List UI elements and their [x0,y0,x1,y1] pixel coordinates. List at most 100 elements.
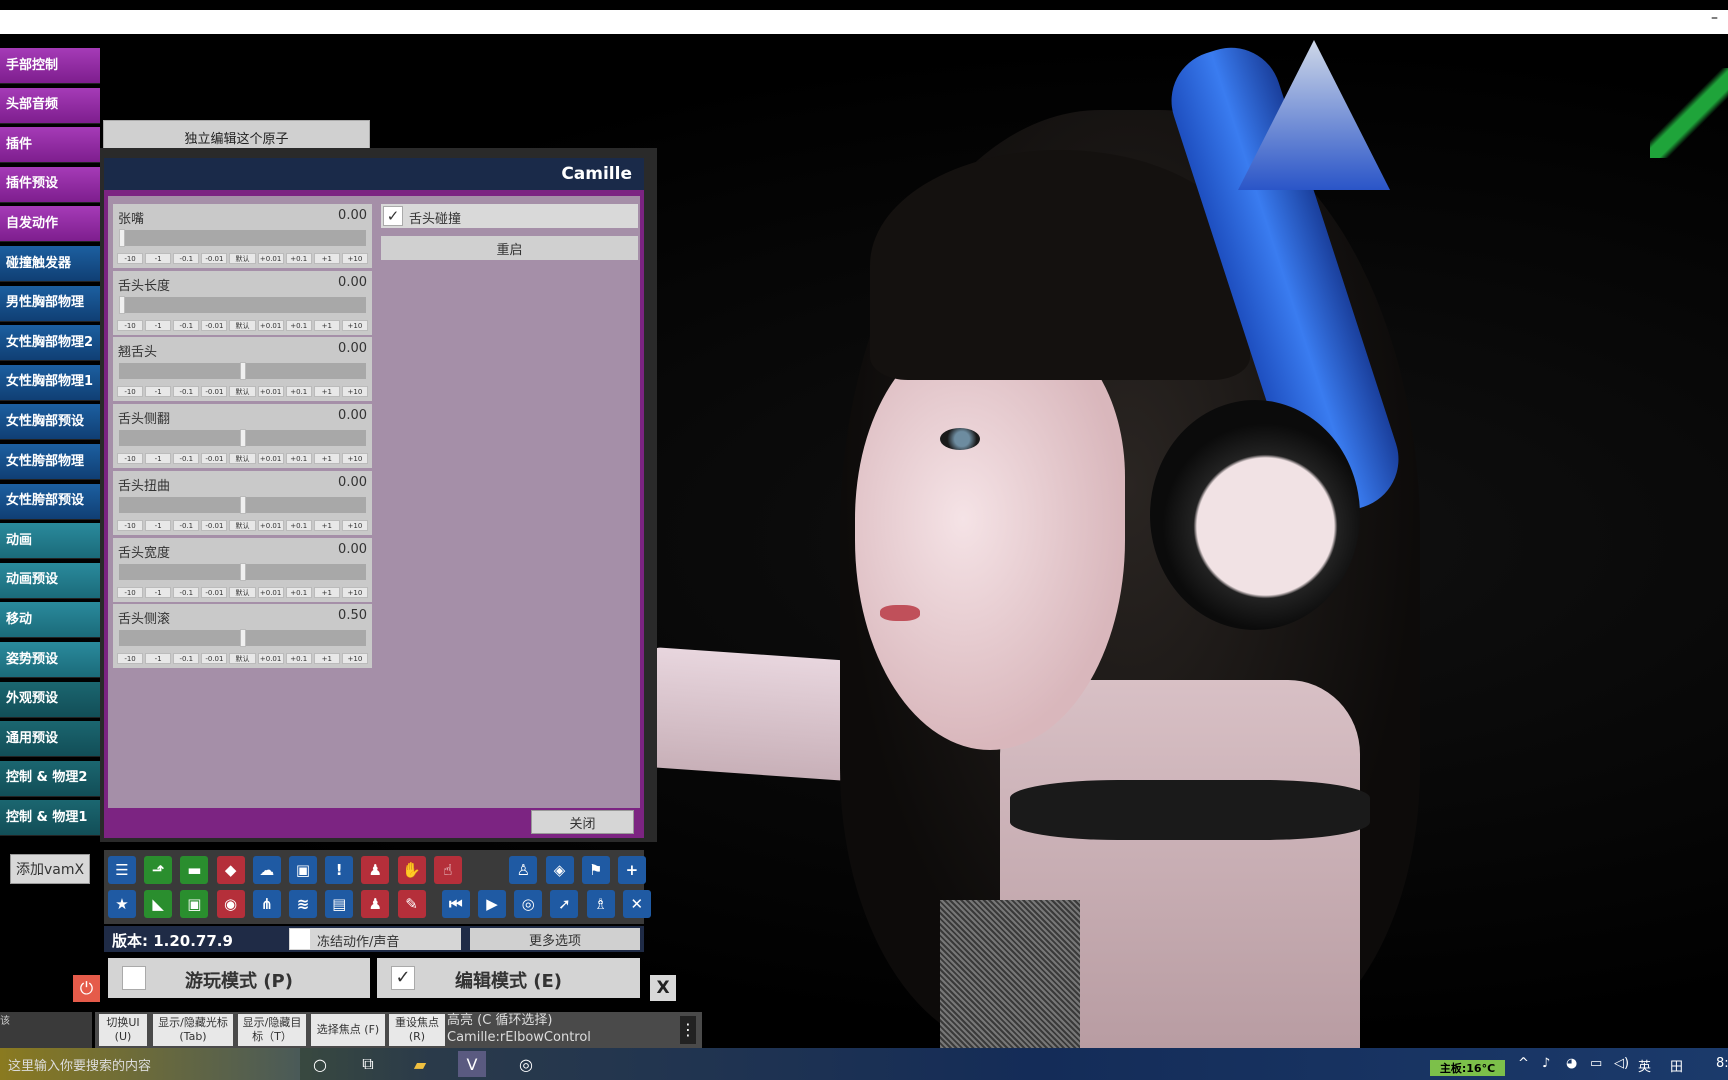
step-button[interactable]: +0.01 [257,253,284,264]
step-button[interactable]: -0.01 [201,319,228,331]
checkbox[interactable] [290,929,310,949]
wrench-icon[interactable]: ✕ [622,890,651,918]
skip-back-icon[interactable]: ⏮ [441,890,470,918]
plus-icon[interactable]: + [617,856,646,884]
sidebar-item[interactable]: 插件预设 [0,166,100,203]
sidebar-item[interactable]: 女性胯部物理 [0,444,100,480]
tool-hand-icon[interactable]: ✎ [397,890,426,918]
layers-icon[interactable]: ≋ [289,890,317,918]
clock[interactable]: 8: [1716,1056,1728,1071]
slider-handle[interactable] [239,629,246,648]
step-button[interactable]: +0.1 [285,386,312,398]
microphone-icon[interactable]: ♪ [1542,1056,1550,1071]
remove-person-icon[interactable]: ♟ [361,890,390,918]
step-button[interactable]: 默认 [229,453,256,465]
hand-icon[interactable]: ✋ [397,856,426,884]
cursor-icon[interactable]: ➚ [550,890,579,918]
network-icon[interactable]: ▭ [1590,1056,1602,1071]
camera-icon[interactable]: ◉ [216,890,245,918]
step-button[interactable]: -0.1 [173,453,200,465]
step-button[interactable]: +10 [341,586,368,598]
step-button[interactable]: +0.01 [257,386,284,398]
step-button[interactable]: 默认 [229,653,256,665]
sidebar-item[interactable]: 男性胸部物理 [0,285,100,322]
sidebar-item[interactable]: 头部音频 [0,87,100,124]
step-button[interactable]: -10 [117,653,144,665]
more-options-button[interactable]: 更多选项 [470,928,640,950]
step-button[interactable]: +0.1 [285,519,312,531]
input-language[interactable]: 英 [1638,1056,1651,1075]
slider-handle[interactable] [239,362,246,381]
step-button[interactable]: +1 [313,519,340,531]
step-button[interactable]: 默认 [229,319,256,331]
step-button[interactable]: +0.01 [257,453,284,465]
step-button[interactable]: +1 [313,586,340,598]
obs-icon[interactable]: ◎ [512,1051,540,1077]
ime-icon[interactable]: 田 [1670,1056,1683,1075]
step-button[interactable]: -1 [145,586,172,598]
tray-chevron-icon[interactable]: ^ [1518,1056,1529,1071]
sidebar-item[interactable]: 动画 [0,523,100,560]
step-button[interactable]: +10 [341,253,368,264]
step-button[interactable]: -0.01 [201,453,228,465]
cortana-icon[interactable]: ○ [306,1051,334,1077]
document-icon[interactable]: ▤ [325,890,354,918]
flag-icon[interactable]: ⚑ [581,856,610,884]
slider-track[interactable] [119,230,366,246]
more-vertical-icon[interactable]: ⋮ [680,1016,696,1044]
close-panel-button[interactable]: 关闭 [531,810,634,834]
tongue-collision-toggle[interactable]: ✓ 舌头碰撞 [381,204,638,228]
step-button[interactable]: +1 [313,386,340,398]
step-button[interactable]: -1 [145,453,172,465]
file-explorer-icon[interactable]: ▰ [406,1051,434,1077]
iron-icon[interactable]: ◣ [144,890,173,918]
alert-icon[interactable]: ! [325,856,354,884]
step-button[interactable]: +1 [313,653,340,665]
sidebar-item[interactable]: 动画预设 [0,562,100,599]
step-button[interactable]: +1 [313,453,340,465]
step-button[interactable]: -10 [117,453,144,465]
step-button[interactable]: -10 [117,386,144,398]
step-button[interactable]: -1 [145,319,172,331]
minimize-button[interactable]: – [1711,10,1718,26]
restart-button[interactable]: 重启 [381,236,638,260]
hint-button[interactable]: 选择焦点 (F) [311,1014,385,1046]
slider-handle[interactable] [239,562,246,581]
sidebar-item[interactable]: 控制 & 物理1 [0,800,100,837]
taskbar-search[interactable]: 这里输入你要搜索的内容 [0,1048,300,1080]
step-button[interactable]: +0.01 [257,319,284,331]
step-button[interactable]: -1 [145,519,172,531]
menu-icon[interactable]: ☰ [108,856,136,884]
step-button[interactable]: -10 [117,253,144,264]
qq-icon[interactable]: ◕ [1566,1056,1577,1071]
slider-handle[interactable] [119,229,125,247]
step-button[interactable]: +0.01 [257,586,284,598]
step-button[interactable]: +0.1 [285,586,312,598]
step-button[interactable]: 默认 [229,586,256,598]
unity-icon[interactable]: ◈ [545,856,574,884]
sidebar-item[interactable]: 碰撞触发器 [0,246,100,282]
step-button[interactable]: -1 [145,253,172,264]
target-icon[interactable]: ◎ [514,890,543,918]
open-scene-icon[interactable]: ⬏ [144,856,173,884]
step-button[interactable]: +10 [341,453,368,465]
sidebar-item[interactable]: 自发动作 [0,206,100,243]
hint-button[interactable]: 重设焦点 (R) [389,1014,445,1046]
sidebar-item[interactable]: 插件 [0,127,100,164]
power-icon[interactable]: ⏻ [73,975,100,1002]
sidebar-item[interactable]: 姿势预设 [0,642,100,678]
task-view-icon[interactable]: ⧉ [354,1051,382,1077]
person-icon[interactable]: ♙ [509,856,538,884]
step-button[interactable]: -1 [145,386,172,398]
play-mode-button[interactable]: 游玩模式 (P) [108,958,370,998]
pointer-hand-icon[interactable]: ☝ [433,856,462,884]
step-button[interactable]: +0.1 [285,253,312,264]
vam-app-icon[interactable]: V [458,1051,486,1077]
folder-icon[interactable]: ▬ [180,856,209,884]
step-button[interactable]: -0.1 [173,653,200,665]
camera-folder-icon[interactable]: ▣ [180,890,209,918]
step-button[interactable]: -0.1 [173,319,200,331]
step-button[interactable]: -0.01 [201,519,228,531]
step-button[interactable]: +1 [313,253,340,264]
edit-mode-button[interactable]: ✓ 编辑模式 (E) [377,958,640,998]
